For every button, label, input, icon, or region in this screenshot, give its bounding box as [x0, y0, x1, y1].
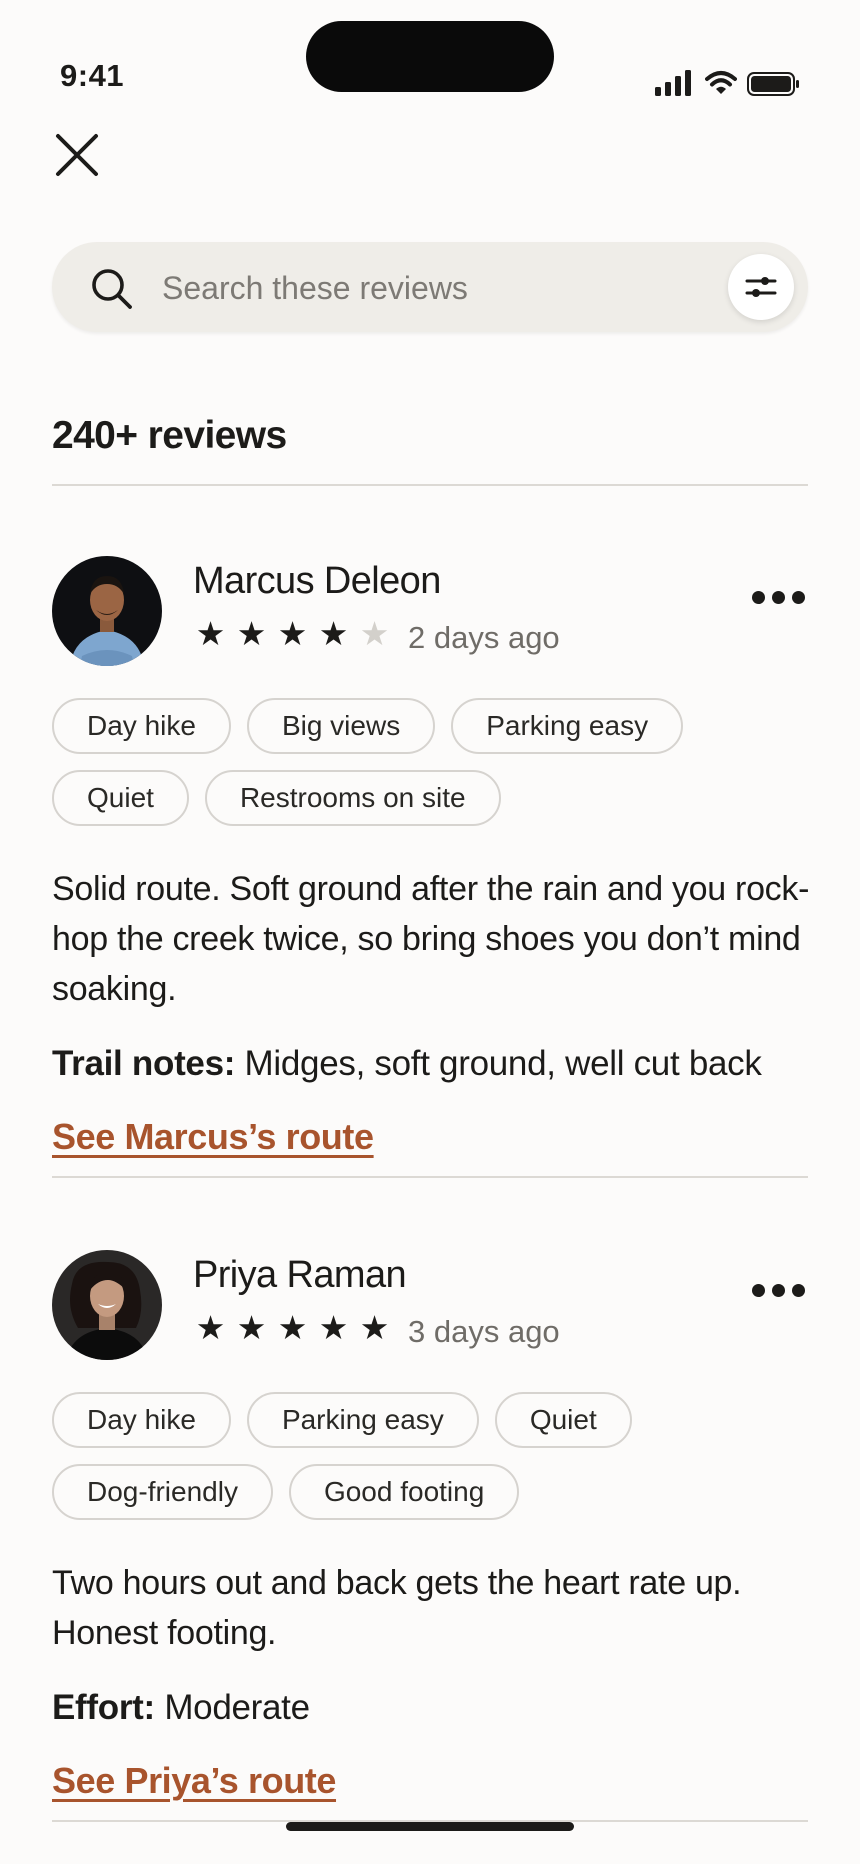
search-input[interactable] — [160, 262, 724, 314]
tag-list: Day hike Parking easy Quiet Dog-friendly… — [52, 1392, 812, 1520]
tag-list: Day hike Big views Parking easy Quiet Re… — [52, 698, 812, 826]
review-text: Solid route. Soft ground after the rain … — [52, 870, 810, 1008]
tag-chip[interactable]: Big views — [246, 698, 436, 754]
more-options-icon[interactable] — [750, 1275, 806, 1305]
note-value: Moderate — [164, 1688, 310, 1727]
star-filled-icon: ★ — [318, 1309, 349, 1346]
dynamic-island — [306, 21, 554, 92]
star-rating: ★ ★ ★ ★ ★ — [193, 1311, 392, 1344]
divider — [52, 1176, 808, 1178]
home-indicator[interactable] — [286, 1822, 574, 1831]
wifi-icon — [705, 71, 737, 94]
battery-icon — [747, 72, 799, 96]
star-rating: ★ ★ ★ ★ ★ — [193, 617, 392, 650]
reviewer-name: Marcus Deleon — [193, 560, 441, 602]
sliders-icon — [745, 277, 777, 297]
tag-chip[interactable]: Restrooms on site — [204, 770, 501, 826]
filter-button[interactable] — [728, 254, 794, 320]
search-bar[interactable] — [52, 242, 808, 332]
reviewer-name: Priya Raman — [193, 1254, 407, 1296]
star-filled-icon: ★ — [236, 615, 267, 652]
see-route-link[interactable]: See Marcus’s route — [52, 1116, 374, 1158]
note-label: Trail notes: — [52, 1044, 236, 1083]
review-note: Effort: Moderate — [52, 1688, 842, 1728]
tag-chip[interactable]: Good footing — [288, 1464, 520, 1520]
divider — [52, 484, 808, 486]
review-note: Trail notes: Midges, soft ground, well c… — [52, 1044, 842, 1084]
star-filled-icon: ★ — [195, 615, 226, 652]
tag-chip[interactable]: Parking easy — [451, 698, 684, 754]
note-label: Effort: — [52, 1688, 155, 1727]
note-value: Midges, soft ground, well cut back — [244, 1044, 762, 1083]
star-filled-icon: ★ — [277, 1309, 308, 1346]
tag-chip[interactable]: Day hike — [52, 1392, 231, 1448]
avatar[interactable] — [52, 556, 162, 666]
star-filled-icon: ★ — [195, 1309, 226, 1346]
review-text: Two hours out and back gets the heart ra… — [52, 1564, 742, 1652]
star-filled-icon: ★ — [277, 615, 308, 652]
more-options-icon[interactable] — [750, 582, 806, 612]
star-empty-icon: ★ — [359, 615, 390, 652]
tag-chip[interactable]: Quiet — [52, 770, 189, 826]
tag-chip[interactable]: Day hike — [52, 698, 231, 754]
see-route-link[interactable]: See Priya’s route — [52, 1760, 336, 1802]
tag-chip[interactable]: Parking easy — [246, 1392, 479, 1448]
close-icon[interactable] — [52, 130, 102, 180]
star-filled-icon: ★ — [236, 1309, 267, 1346]
review-date: 2 days ago — [408, 620, 560, 655]
tag-chip[interactable]: Dog-friendly — [52, 1464, 273, 1520]
review-date: 3 days ago — [408, 1314, 560, 1349]
status-time: 9:41 — [60, 58, 125, 93]
star-filled-icon: ★ — [359, 1309, 390, 1346]
star-filled-icon: ★ — [318, 615, 349, 652]
avatar[interactable] — [52, 1250, 162, 1360]
cellular-signal-icon — [655, 70, 691, 96]
reviews-count-heading: 240+ reviews — [52, 414, 287, 457]
search-icon — [92, 269, 132, 309]
tag-chip[interactable]: Quiet — [494, 1392, 632, 1448]
